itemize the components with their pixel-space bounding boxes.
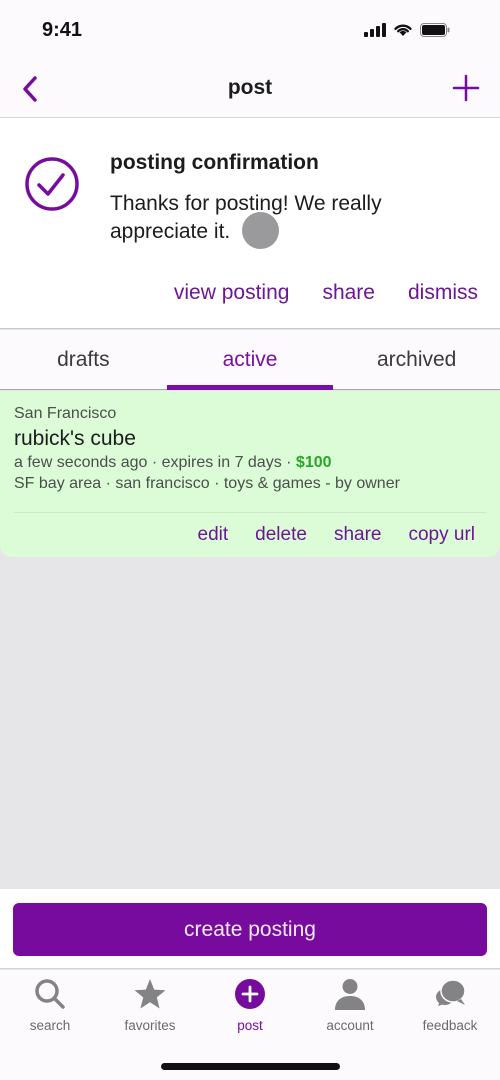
posting-meta: a few seconds ago · expires in 7 days · … [14, 454, 332, 472]
dismiss-button[interactable]: dismiss [408, 281, 478, 305]
divider [14, 512, 486, 513]
tab-bar-item-feedback[interactable]: feedback [400, 970, 500, 1080]
home-indicator [161, 1063, 340, 1070]
tab-bar-label: post [237, 1018, 263, 1033]
search-icon [35, 979, 65, 1009]
posting-location: SF bay area · san francisco · toys & gam… [14, 475, 400, 492]
confirmation-title: posting confirmation [110, 151, 319, 174]
tab-bar-label: search [29, 1018, 71, 1033]
posting-meta-text: a few seconds ago · expires in 7 days · [14, 454, 296, 471]
signal-icon [364, 22, 386, 37]
page-title: post [227, 76, 273, 99]
share-posting-button[interactable]: share [334, 524, 382, 546]
posting-tabs: drafts active archived [0, 330, 500, 390]
nav-bar: post [0, 60, 500, 118]
posting-price: $100 [295, 454, 332, 471]
posting-confirmation-card: posting confirmation Thanks for posting!… [0, 118, 500, 329]
delete-button[interactable]: delete [255, 524, 307, 546]
share-button[interactable]: share [322, 281, 375, 305]
tab-bar-label: feedback [422, 1018, 478, 1033]
posting-card[interactable]: San Francisco rubick's cube a few second… [0, 391, 500, 557]
tab-bar-label: account [326, 1018, 374, 1033]
create-posting-button[interactable]: create posting [13, 903, 487, 956]
checkmark-circle-icon [25, 157, 79, 211]
star-icon [134, 979, 166, 1009]
create-area: create posting [0, 889, 500, 969]
chat-bubbles-icon [436, 979, 466, 1006]
status-icons [364, 22, 450, 37]
battery-icon [420, 22, 450, 37]
tab-archived[interactable]: archived [333, 330, 500, 389]
touch-indicator [242, 212, 279, 249]
tab-active[interactable]: active [166, 330, 334, 390]
posting-actions: edit delete share copy url [198, 524, 475, 546]
posting-city: San Francisco [14, 405, 117, 422]
status-bar: 9:41 [0, 0, 500, 60]
plus-circle-icon [235, 979, 265, 1009]
posting-title: rubick's cube [14, 427, 136, 450]
person-icon [335, 979, 365, 1010]
tab-drafts[interactable]: drafts [0, 330, 167, 389]
plus-icon[interactable] [452, 74, 480, 102]
status-time: 9:41 [42, 19, 83, 41]
edit-button[interactable]: edit [198, 524, 229, 546]
wifi-icon [394, 24, 412, 36]
tab-bar-item-search[interactable]: search [0, 970, 100, 1080]
view-posting-button[interactable]: view posting [174, 281, 290, 305]
confirmation-actions: view posting share dismiss [174, 281, 478, 305]
tab-bar-label: favorites [124, 1018, 176, 1033]
copy-url-button[interactable]: copy url [408, 524, 475, 546]
